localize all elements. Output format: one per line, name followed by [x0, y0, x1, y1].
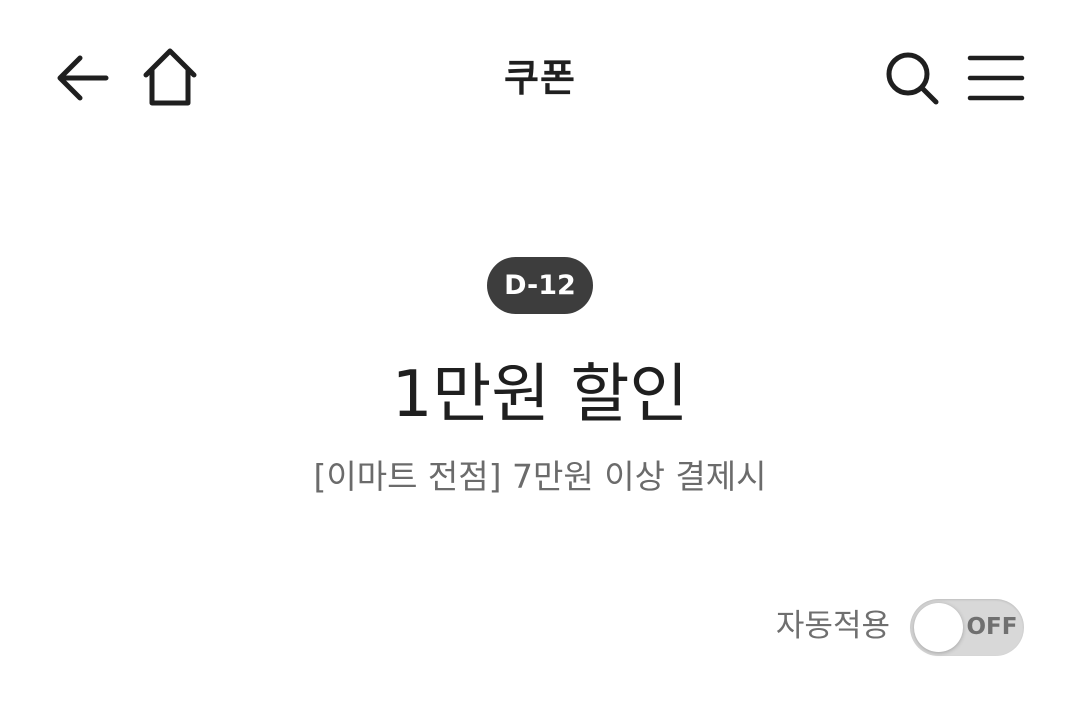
search-button[interactable]	[876, 44, 948, 112]
search-icon	[886, 52, 939, 105]
back-button[interactable]	[46, 44, 118, 112]
auto-apply-label: 자동적용	[775, 608, 890, 644]
auto-apply-toggle[interactable]: OFF	[910, 599, 1024, 656]
toggle-state-text: OFF	[966, 614, 1018, 640]
home-button[interactable]	[134, 42, 206, 112]
coupon-description: [이마트 전점] 7만원 이상 결제시	[313, 457, 767, 496]
dday-badge: D-12	[487, 257, 593, 314]
arrow-left-icon	[57, 55, 109, 101]
coupon-title: 1만원 할인	[391, 358, 689, 432]
page-title: 쿠폰	[504, 56, 576, 100]
hamburger-menu-icon	[967, 55, 1025, 101]
app-header: 쿠폰	[0, 0, 1080, 160]
toggle-knob	[914, 603, 963, 652]
menu-button[interactable]	[960, 44, 1032, 112]
home-icon	[143, 48, 197, 106]
